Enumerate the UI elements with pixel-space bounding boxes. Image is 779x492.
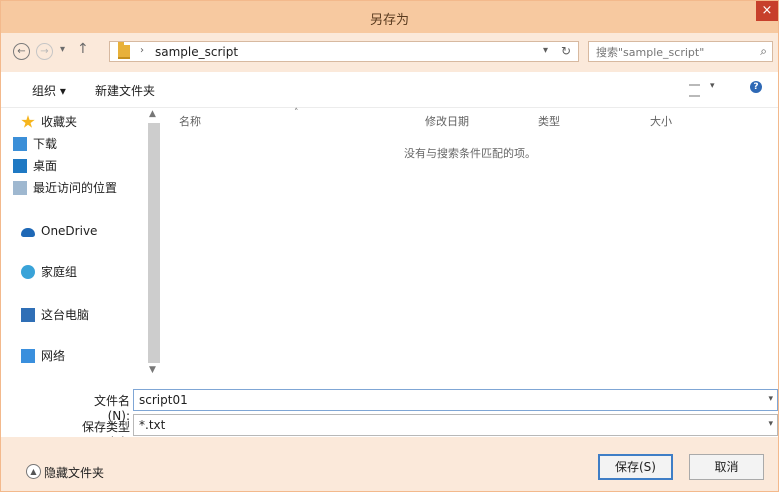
filename-field[interactable]: script01 ▾	[133, 389, 778, 411]
navigation-pane: 收藏夹 下载 桌面 最近访问的位置 OneDrive 家庭组 这台电脑 网络	[1, 108, 146, 379]
scroll-down-icon[interactable]: ▼	[149, 365, 156, 375]
forward-button[interactable]: →	[36, 43, 53, 60]
sort-indicator-icon: ˄	[294, 108, 299, 118]
current-path[interactable]: sample_script	[155, 45, 238, 59]
up-button[interactable]: ↑	[77, 41, 89, 57]
back-button[interactable]: ←	[13, 43, 30, 60]
column-name[interactable]: 名称	[179, 113, 201, 129]
sidebar-item-label: 网络	[41, 349, 66, 363]
filetype-select[interactable]: *.txt ▾	[133, 414, 778, 436]
search-input[interactable]	[594, 43, 748, 62]
filetype-value[interactable]: *.txt	[139, 418, 165, 432]
window-title: 另存为	[369, 13, 409, 28]
close-button[interactable]: ×	[756, 1, 778, 21]
desktop-icon	[13, 159, 27, 173]
filename-dropdown-icon[interactable]: ▾	[768, 394, 773, 404]
title-bar: 另存为 ×	[1, 1, 778, 33]
save-button[interactable]: 保存(S)	[598, 454, 673, 480]
chevron-up-icon: ▲	[26, 464, 41, 479]
save-as-dialog: 另存为 × ← → ▾ ↑ › sample_script ▾ ↻ ⌕ 组织 ▾…	[0, 0, 779, 492]
column-size[interactable]: 大小	[650, 113, 672, 129]
sidebar-item-label: OneDrive	[41, 224, 98, 238]
search-icon[interactable]: ⌕	[760, 44, 767, 59]
column-type[interactable]: 类型	[538, 113, 560, 129]
view-options-icon[interactable]	[689, 84, 700, 97]
organize-menu[interactable]: 组织 ▾	[32, 82, 66, 99]
close-icon: ×	[761, 3, 773, 18]
sidebar-item-label: 这台电脑	[41, 308, 90, 322]
help-icon[interactable]: ?	[750, 81, 762, 93]
recent-places-icon	[13, 181, 27, 195]
network-icon	[21, 349, 35, 363]
folder-icon	[118, 42, 130, 59]
empty-results-message: 没有与搜索条件匹配的项。	[404, 147, 536, 160]
address-dropdown-icon[interactable]: ▾	[543, 45, 548, 56]
sidebar-scrollbar[interactable]: ▲ ▼	[146, 108, 162, 379]
star-icon	[21, 115, 35, 128]
sidebar-item-label: 收藏夹	[41, 115, 78, 129]
dialog-footer: ▲ 隐藏文件夹 保存(S) 取消	[1, 437, 778, 491]
hide-folders-label: 隐藏文件夹	[44, 466, 105, 480]
sidebar-item-label: 桌面	[33, 159, 58, 173]
sidebar-item-label: 下载	[33, 137, 58, 151]
toolbar: 组织 ▾ 新建文件夹 ▾ ?	[1, 72, 778, 108]
cancel-button[interactable]: 取消	[689, 454, 764, 480]
address-bar[interactable]: › sample_script ▾ ↻	[109, 41, 579, 62]
file-list: 名称 ˄ 修改日期 类型 大小 没有与搜索条件匹配的项。	[162, 108, 778, 379]
sidebar-item-label: 家庭组	[41, 265, 78, 279]
sidebar-item-label: 最近访问的位置	[33, 181, 118, 195]
scroll-thumb[interactable]	[148, 123, 160, 363]
homegroup-icon	[21, 265, 35, 279]
scroll-up-icon[interactable]: ▲	[149, 109, 156, 119]
this-pc-icon	[21, 308, 35, 322]
download-folder-icon	[13, 137, 27, 151]
filetype-dropdown-icon[interactable]: ▾	[768, 419, 773, 429]
refresh-icon[interactable]: ↻	[561, 44, 571, 58]
column-date-modified[interactable]: 修改日期	[425, 113, 469, 129]
forward-arrow-icon: →	[36, 43, 53, 60]
new-folder-button[interactable]: 新建文件夹	[95, 82, 155, 99]
save-form: 文件名(N): script01 ▾ 保存类型(T): *.txt ▾	[1, 379, 778, 449]
path-separator-icon: ›	[140, 45, 144, 56]
search-box[interactable]: ⌕	[588, 41, 773, 62]
navigation-bar: ← → ▾ ↑ › sample_script ▾ ↻ ⌕	[1, 33, 778, 72]
recent-locations-button[interactable]: ▾	[60, 44, 65, 55]
onedrive-icon	[21, 228, 35, 237]
view-options-dropdown-icon[interactable]: ▾	[710, 81, 715, 91]
back-arrow-icon: ←	[13, 43, 30, 60]
filename-value[interactable]: script01	[139, 393, 188, 407]
